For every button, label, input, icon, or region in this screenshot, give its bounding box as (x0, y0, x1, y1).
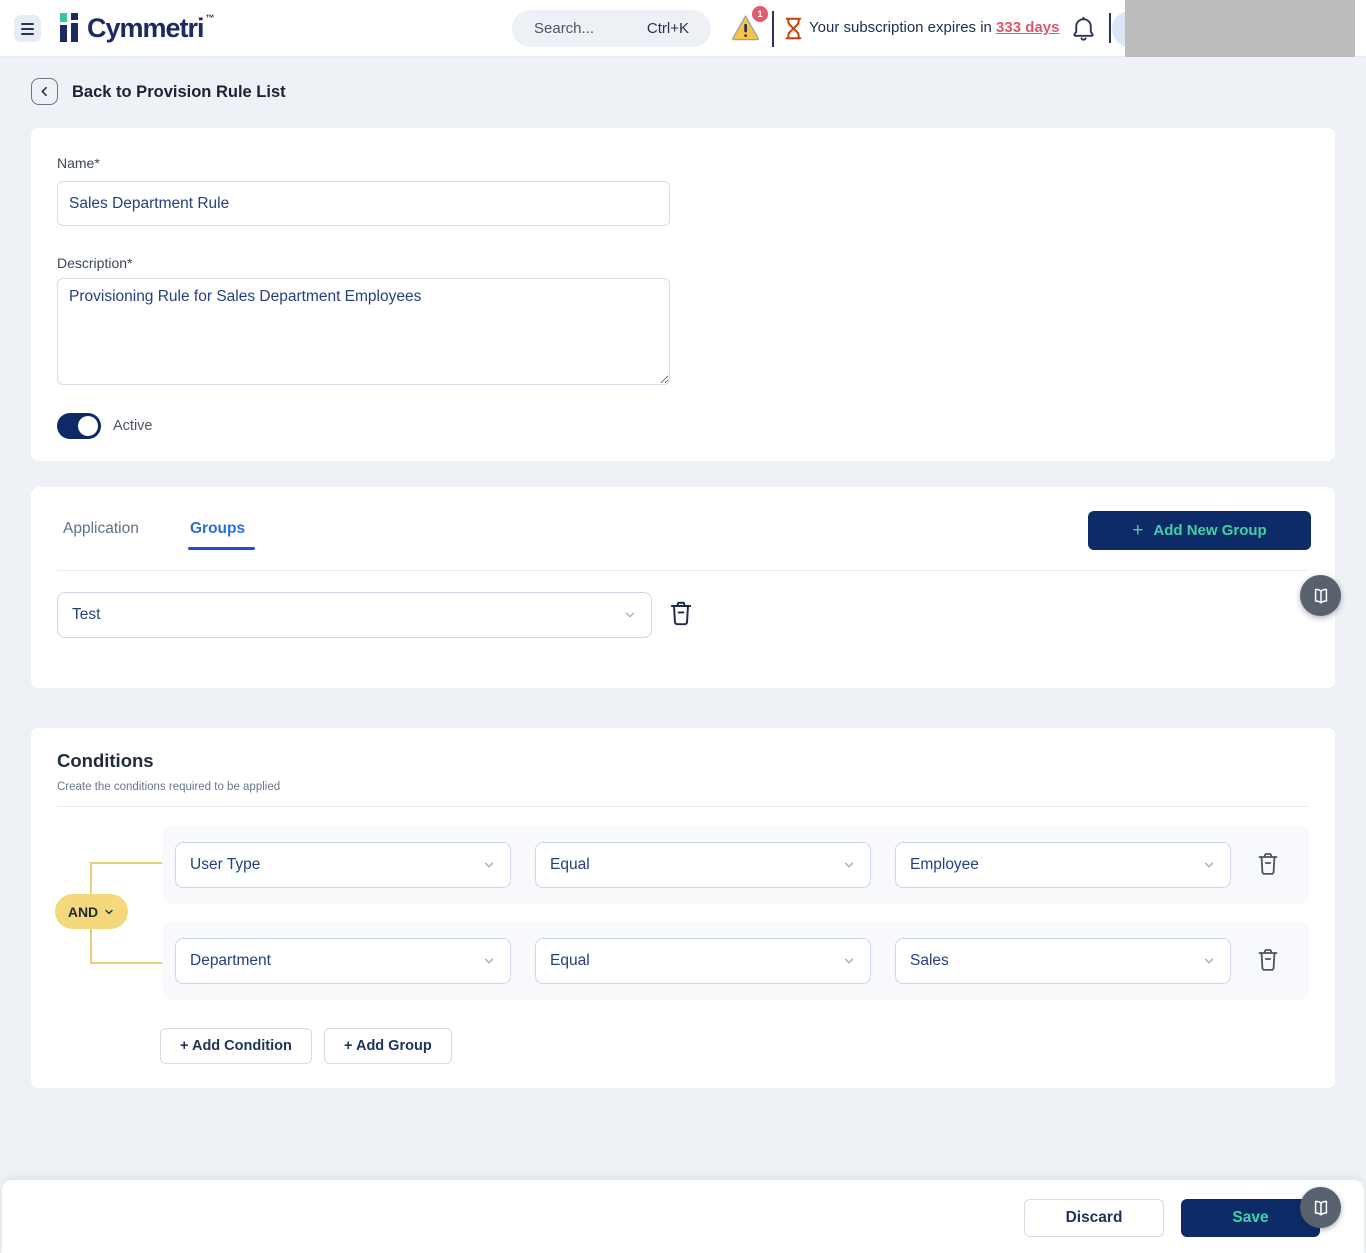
add-new-group-label: Add New Group (1153, 522, 1266, 539)
add-condition-label: Add Condition (192, 1038, 292, 1054)
tabbar-divider (57, 570, 1309, 571)
book-icon (1311, 586, 1331, 606)
plus-icon: + (180, 1038, 188, 1054)
subscription-days-link[interactable]: 333 days (996, 19, 1059, 36)
operator-label: AND (68, 904, 98, 920)
logo-text: Cymmetri (87, 12, 204, 44)
logical-operator-chip[interactable]: AND (55, 894, 128, 929)
add-new-group-button[interactable]: + Add New Group (1088, 511, 1311, 550)
cymmetri-logo: Cymmetri ™ (60, 12, 215, 44)
warning-count-badge: 1 (752, 6, 768, 22)
help-docs-floating-button[interactable] (1300, 1187, 1341, 1228)
global-search[interactable]: Ctrl+K (512, 10, 711, 47)
condition-row: Department Equal Sales (162, 922, 1310, 1000)
chevron-down-icon (482, 858, 496, 872)
trash-icon (1256, 946, 1280, 973)
help-docs-floating-button[interactable] (1300, 575, 1341, 616)
condition-operator-value: Equal (550, 952, 842, 970)
condition-row: User Type Equal Employee (162, 826, 1310, 904)
condition-operator-select[interactable]: Equal (535, 938, 871, 984)
tab-groups[interactable]: Groups (190, 520, 245, 538)
warning-alert-icon[interactable]: 1 (731, 14, 761, 42)
condition-field-select[interactable]: Department (175, 938, 511, 984)
plus-icon: + (1132, 521, 1143, 540)
book-icon (1311, 1198, 1331, 1218)
condition-value-value: Employee (910, 856, 1202, 874)
search-shortcut: Ctrl+K (647, 20, 689, 37)
search-input[interactable] (534, 20, 634, 37)
chevron-down-icon (103, 906, 115, 918)
action-footer: Discard Save (2, 1180, 1364, 1253)
condition-field-select[interactable]: User Type (175, 842, 511, 888)
logo-trademark: ™ (206, 12, 215, 24)
chevron-down-icon (482, 954, 496, 968)
condition-value-select[interactable]: Employee (895, 842, 1231, 888)
chevron-down-icon (842, 858, 856, 872)
tab-application[interactable]: Application (63, 520, 139, 538)
app-header: Cymmetri ™ Ctrl+K 1 Your subscription ex… (0, 0, 1366, 57)
discard-button[interactable]: Discard (1024, 1199, 1164, 1237)
groups-card: Application Groups + Add New Group Test (31, 487, 1335, 688)
add-group-button[interactable]: + Add Group (324, 1028, 452, 1064)
conditions-divider (57, 806, 1309, 807)
logo-mark-icon (60, 12, 82, 44)
conditions-subtitle: Create the conditions required to be app… (57, 781, 280, 793)
add-condition-button[interactable]: + Add Condition (160, 1028, 312, 1064)
conditions-title: Conditions (57, 750, 154, 772)
name-label: Name* (57, 155, 100, 171)
condition-value-value: Sales (910, 952, 1202, 970)
delete-group-button[interactable] (668, 599, 694, 627)
group-select-value: Test (72, 606, 623, 624)
trash-icon (668, 599, 694, 627)
menu-icon[interactable] (14, 15, 41, 42)
group-select[interactable]: Test (57, 592, 652, 638)
chevron-left-icon (38, 85, 51, 98)
condition-field-value: User Type (190, 856, 482, 874)
description-label: Description* (57, 255, 132, 271)
header-divider (1109, 13, 1111, 43)
notifications-bell-icon[interactable] (1071, 15, 1096, 42)
name-field[interactable] (57, 181, 670, 226)
chevron-down-icon (623, 608, 637, 622)
chevron-down-icon (1202, 954, 1216, 968)
active-toggle-label: Active (113, 418, 153, 434)
group-bracket-line (90, 962, 162, 964)
condition-field-value: Department (190, 952, 482, 970)
rule-form-card: Name* Description* Provisioning Rule for… (31, 128, 1335, 461)
header-divider (772, 11, 774, 47)
toggle-knob (78, 416, 98, 436)
delete-condition-button[interactable] (1256, 946, 1280, 973)
add-group-label: Add Group (356, 1038, 432, 1054)
hourglass-icon (784, 17, 803, 40)
condition-value-select[interactable]: Sales (895, 938, 1231, 984)
conditions-card: Conditions Create the conditions require… (31, 728, 1335, 1088)
active-toggle[interactable] (57, 413, 101, 439)
subscription-notice: Your subscription expires in 333 days (809, 19, 1059, 36)
trash-icon (1256, 850, 1280, 877)
delete-condition-button[interactable] (1256, 850, 1280, 877)
condition-operator-value: Equal (550, 856, 842, 874)
profile-redacted-block (1125, 0, 1355, 57)
plus-icon: + (344, 1038, 352, 1054)
chevron-down-icon (842, 954, 856, 968)
back-button[interactable] (31, 78, 58, 105)
active-tab-underline (188, 547, 255, 550)
condition-operator-select[interactable]: Equal (535, 842, 871, 888)
chevron-down-icon (1202, 858, 1216, 872)
page-title: Back to Provision Rule List (72, 83, 286, 102)
group-bracket-line (90, 862, 162, 864)
description-field[interactable]: Provisioning Rule for Sales Department E… (57, 278, 670, 385)
